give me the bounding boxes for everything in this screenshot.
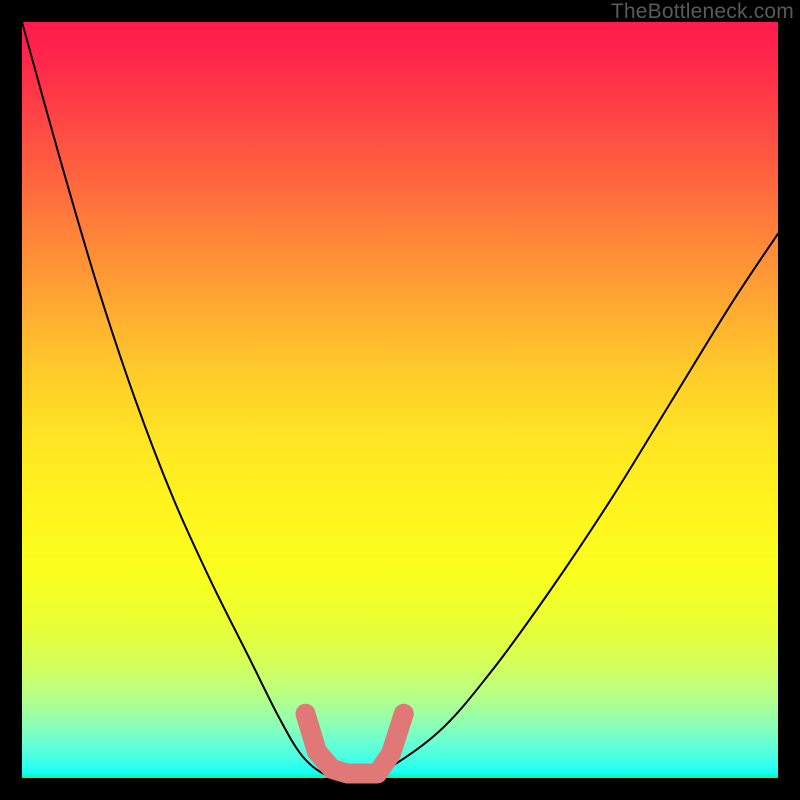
chart-svg (22, 22, 778, 778)
bottleneck-curve (22, 22, 778, 779)
watermark-text: TheBottleneck.com (611, 0, 794, 24)
chart-frame: TheBottleneck.com (0, 0, 800, 800)
optimal-range-marker (306, 714, 404, 774)
